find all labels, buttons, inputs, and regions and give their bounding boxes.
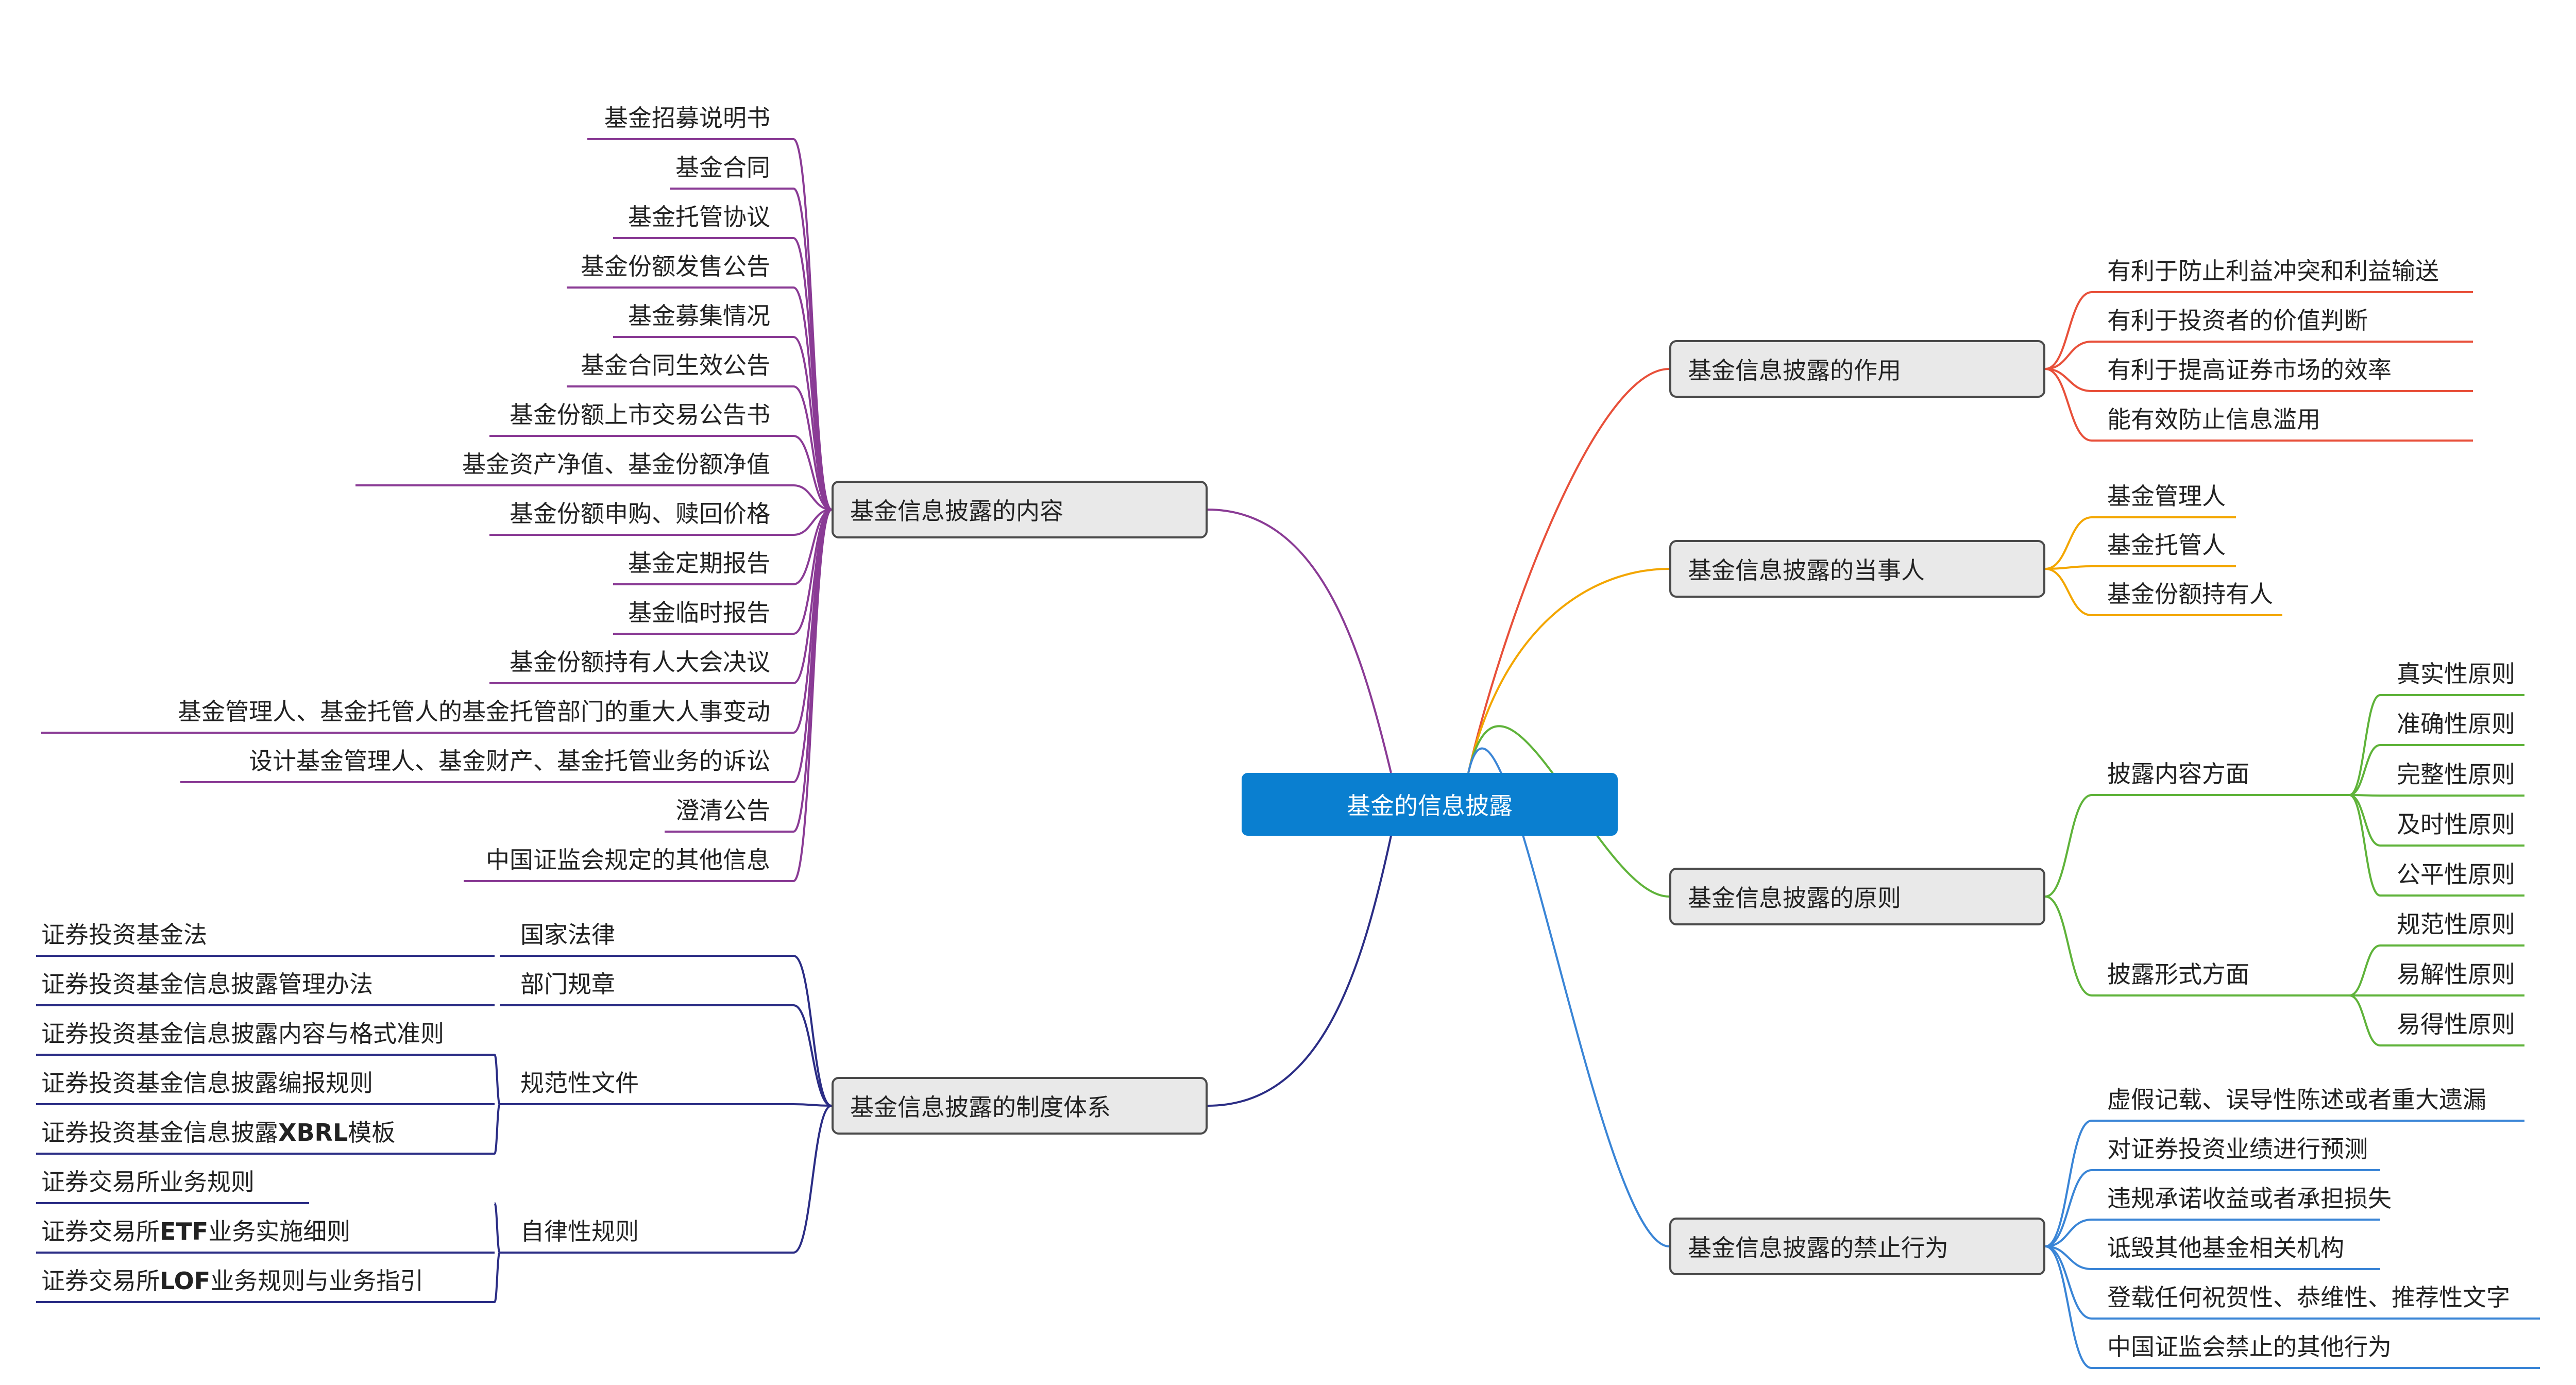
principles-item-link [2349, 794, 2381, 897]
system-group-label: 自律性规则 [520, 1218, 639, 1245]
branch-effect[interactable]: 基金信息披露的作用 [1669, 340, 2045, 398]
content-item: 基金份额申购、赎回价格 [510, 500, 770, 528]
system-item: 证券交易所ETF业务实施细则 [41, 1218, 351, 1245]
prohibited-item: 中国证监会禁止的其他行为 [2107, 1333, 2392, 1361]
content-item: 基金份额上市交易公告书 [510, 401, 770, 429]
content-item: 基金招募说明书 [604, 104, 770, 132]
content-item: 基金资产净值、基金份额净值 [462, 450, 770, 478]
system-item-link [494, 1054, 501, 1105]
principles-item: 真实性原则 [2397, 660, 2515, 688]
principles-item-link [2349, 994, 2381, 1046]
effect-item: 有利于提高证券市场的效率 [2107, 356, 2392, 384]
prohibited-link [2045, 1245, 2092, 1369]
branch-prohibited[interactable]: 基金信息披露的禁止行为 [1669, 1218, 2045, 1275]
principles-item: 规范性原则 [2397, 910, 2515, 938]
parties-link [2045, 568, 2092, 616]
content-item: 中国证监会规定的其他信息 [486, 846, 770, 874]
system-item-link [494, 1103, 501, 1155]
principles-link [2045, 896, 2092, 996]
connector-lines [36, 138, 2540, 1369]
system-group-label: 部门规章 [520, 970, 615, 998]
effect-item: 有利于投资者的价值判断 [2107, 307, 2368, 334]
prohibited-item: 登载任何祝贺性、恭维性、推荐性文字 [2107, 1283, 2510, 1311]
principles-item-link [2349, 794, 2381, 797]
system-item: 证券交易所业务规则 [41, 1168, 255, 1196]
system-link [793, 955, 832, 1107]
branch-principles[interactable]: 基金信息披露的原则 [1669, 868, 2045, 925]
system-link [793, 1103, 832, 1107]
principles-item-link [2349, 694, 2381, 796]
content-item: 基金托管协议 [628, 203, 770, 231]
content-item: 基金管理人、基金托管人的基金托管部门的重大人事变动 [178, 698, 770, 725]
content-item: 基金定期报告 [628, 549, 770, 577]
effect-item: 能有效防止信息滥用 [2107, 406, 2320, 433]
principles-item: 准确性原则 [2397, 710, 2515, 738]
system-link [793, 1004, 832, 1107]
principles-item: 易得性原则 [2397, 1010, 2515, 1038]
prohibited-item: 对证券投资业绩进行预测 [2107, 1135, 2368, 1163]
system-item: 证券投资基金信息披露内容与格式准则 [41, 1020, 444, 1048]
system-item: 证券投资基金信息披露XBRL模板 [41, 1119, 396, 1146]
system-item-link [494, 1202, 501, 1254]
effect-link [2045, 341, 2092, 370]
parties-item: 基金份额持有人 [2107, 580, 2273, 608]
branch-system[interactable]: 基金信息披露的制度体系 [832, 1077, 1208, 1135]
effect-item: 有利于防止利益冲突和利益输送 [2107, 257, 2439, 285]
acronym-text: ETF [160, 1218, 209, 1245]
parties-link [2045, 516, 2092, 570]
content-item: 基金临时报告 [628, 599, 770, 627]
principles-item: 完整性原则 [2397, 761, 2515, 788]
system-item: 证券投资基金法 [41, 921, 207, 949]
content-item: 基金合同生效公告 [581, 351, 770, 379]
content-item: 基金份额发售公告 [581, 252, 770, 280]
system-item: 证券投资基金信息披露编报规则 [41, 1069, 373, 1097]
system-item-link [494, 1252, 501, 1303]
content-link [793, 509, 832, 833]
content-item: 基金份额持有人大会决议 [510, 648, 770, 676]
principles-item: 易解性原则 [2397, 960, 2515, 988]
parties-item: 基金管理人 [2107, 482, 2226, 510]
content-link [793, 188, 832, 511]
content-item: 澄清公告 [675, 797, 770, 824]
root-branch-link [1207, 835, 1392, 1107]
acronym-text: XBRL [278, 1119, 348, 1146]
effect-link [2045, 291, 2092, 370]
principles-group-label: 披露内容方面 [2107, 760, 2249, 788]
root-branch-link [1207, 509, 1392, 773]
parties-item: 基金托管人 [2107, 531, 2226, 559]
principles-item: 及时性原则 [2397, 810, 2515, 838]
prohibited-item: 诋毁其他基金相关机构 [2107, 1234, 2344, 1262]
branch-parties[interactable]: 基金信息披露的当事人 [1669, 540, 2045, 598]
principles-group-label: 披露形式方面 [2107, 960, 2249, 988]
system-group-label: 国家法律 [520, 921, 615, 949]
acronym-text: LOF [160, 1267, 211, 1295]
branch-content[interactable]: 基金信息披露的内容 [832, 481, 1208, 538]
system-item: 证券投资基金信息披露管理办法 [41, 970, 373, 998]
content-item: 设计基金管理人、基金财产、基金托管业务的诉讼 [249, 747, 770, 775]
principles-item-link [2349, 794, 2381, 847]
system-item: 证券交易所LOF业务规则与业务指引 [41, 1267, 424, 1295]
prohibited-item: 违规承诺收益或者承担损失 [2107, 1185, 2392, 1212]
principles-link [2045, 794, 2092, 898]
prohibited-link [2045, 1120, 2092, 1247]
content-item: 基金合同 [675, 154, 770, 181]
content-item: 基金募集情况 [628, 302, 770, 330]
prohibited-item: 虚假记载、误导性陈述或者重大遗漏 [2107, 1086, 2486, 1113]
system-group-label: 规范性文件 [520, 1069, 639, 1097]
system-link [793, 1105, 832, 1254]
principles-item: 公平性原则 [2397, 860, 2515, 888]
root-branch-link [1467, 568, 1670, 773]
principles-item-link [2349, 744, 2381, 796]
principles-item-link [2349, 944, 2381, 996]
root-node[interactable]: 基金的信息披露 [1242, 773, 1618, 836]
